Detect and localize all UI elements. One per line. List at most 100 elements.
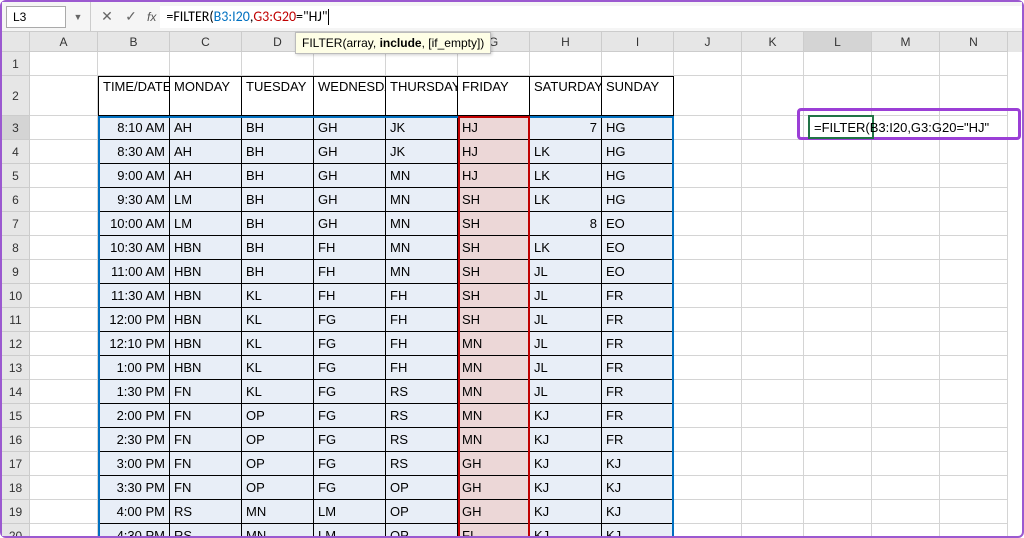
cell-D2[interactable]: TUESDAY xyxy=(242,76,314,116)
cell-L19[interactable] xyxy=(804,500,872,524)
cell-C12[interactable]: HBN xyxy=(170,332,242,356)
cell-M8[interactable] xyxy=(872,236,940,260)
cell-B20[interactable]: 4:30 PM xyxy=(98,524,170,536)
cell-K15[interactable] xyxy=(742,404,804,428)
cell-J4[interactable] xyxy=(674,140,742,164)
cell-A8[interactable] xyxy=(30,236,98,260)
cell-D1[interactable] xyxy=(242,52,314,76)
cell-L6[interactable] xyxy=(804,188,872,212)
cell-B12[interactable]: 12:10 PM xyxy=(98,332,170,356)
cell-H6[interactable]: LK xyxy=(530,188,602,212)
col-hdr-K[interactable]: K xyxy=(742,32,804,52)
cell-M6[interactable] xyxy=(872,188,940,212)
cell-E6[interactable]: GH xyxy=(314,188,386,212)
cell-A17[interactable] xyxy=(30,452,98,476)
cell-L11[interactable] xyxy=(804,308,872,332)
cell-E8[interactable]: FH xyxy=(314,236,386,260)
cell-J7[interactable] xyxy=(674,212,742,236)
cell-M19[interactable] xyxy=(872,500,940,524)
col-hdr-A[interactable]: A xyxy=(30,32,98,52)
cell-J15[interactable] xyxy=(674,404,742,428)
cell-H3[interactable]: 7 xyxy=(530,116,602,140)
row-hdr-10[interactable]: 10 xyxy=(2,284,30,308)
cell-C19[interactable]: RS xyxy=(170,500,242,524)
row-hdr-14[interactable]: 14 xyxy=(2,380,30,404)
fx-label[interactable]: fx xyxy=(143,10,160,24)
cell-M1[interactable] xyxy=(872,52,940,76)
cell-L12[interactable] xyxy=(804,332,872,356)
cell-L14[interactable] xyxy=(804,380,872,404)
cell-C15[interactable]: FN xyxy=(170,404,242,428)
formula-input[interactable]: =FILTER(B3:I20,G3:G20="HJ" xyxy=(160,6,1022,28)
cell-D7[interactable]: BH xyxy=(242,212,314,236)
cell-D10[interactable]: KL xyxy=(242,284,314,308)
cell-L18[interactable] xyxy=(804,476,872,500)
cell-M4[interactable] xyxy=(872,140,940,164)
cell-K10[interactable] xyxy=(742,284,804,308)
cell-J18[interactable] xyxy=(674,476,742,500)
cell-E20[interactable]: LM xyxy=(314,524,386,536)
cell-E16[interactable]: FG xyxy=(314,428,386,452)
cell-L7[interactable] xyxy=(804,212,872,236)
cell-I7[interactable]: EO xyxy=(602,212,674,236)
row-hdr-9[interactable]: 9 xyxy=(2,260,30,284)
cell-H5[interactable]: LK xyxy=(530,164,602,188)
cell-K17[interactable] xyxy=(742,452,804,476)
cell-L4[interactable] xyxy=(804,140,872,164)
cell-F19[interactable]: OP xyxy=(386,500,458,524)
cell-F20[interactable]: OP xyxy=(386,524,458,536)
cell-K6[interactable] xyxy=(742,188,804,212)
cell-H10[interactable]: JL xyxy=(530,284,602,308)
cell-I20[interactable]: KJ xyxy=(602,524,674,536)
cell-A10[interactable] xyxy=(30,284,98,308)
cell-N19[interactable] xyxy=(940,500,1008,524)
cell-I11[interactable]: FR xyxy=(602,308,674,332)
cell-E12[interactable]: FG xyxy=(314,332,386,356)
cell-C20[interactable]: RS xyxy=(170,524,242,536)
active-cell-L3[interactable]: =FILTER(B3:I20,G3:G20="HJ" xyxy=(808,115,874,139)
name-box[interactable]: L3 xyxy=(6,6,66,28)
cell-C5[interactable]: AH xyxy=(170,164,242,188)
cell-K16[interactable] xyxy=(742,428,804,452)
cell-I8[interactable]: EO xyxy=(602,236,674,260)
cell-K1[interactable] xyxy=(742,52,804,76)
cell-K5[interactable] xyxy=(742,164,804,188)
cell-L17[interactable] xyxy=(804,452,872,476)
cell-J5[interactable] xyxy=(674,164,742,188)
cell-H16[interactable]: KJ xyxy=(530,428,602,452)
col-hdr-J[interactable]: J xyxy=(674,32,742,52)
cell-H9[interactable]: JL xyxy=(530,260,602,284)
cell-B10[interactable]: 11:30 AM xyxy=(98,284,170,308)
cell-A15[interactable] xyxy=(30,404,98,428)
cell-C8[interactable]: HBN xyxy=(170,236,242,260)
cell-C18[interactable]: FN xyxy=(170,476,242,500)
cell-B4[interactable]: 8:30 AM xyxy=(98,140,170,164)
cell-G13[interactable]: MN xyxy=(458,356,530,380)
cell-G6[interactable]: SH xyxy=(458,188,530,212)
cell-J1[interactable] xyxy=(674,52,742,76)
cell-J11[interactable] xyxy=(674,308,742,332)
cell-C2[interactable]: MONDAY xyxy=(170,76,242,116)
cell-J13[interactable] xyxy=(674,356,742,380)
cell-K11[interactable] xyxy=(742,308,804,332)
cell-C7[interactable]: LM xyxy=(170,212,242,236)
cell-B1[interactable] xyxy=(98,52,170,76)
cell-K13[interactable] xyxy=(742,356,804,380)
cell-E1[interactable] xyxy=(314,52,386,76)
cell-L15[interactable] xyxy=(804,404,872,428)
cell-F6[interactable]: MN xyxy=(386,188,458,212)
cell-H13[interactable]: JL xyxy=(530,356,602,380)
cell-F4[interactable]: JK xyxy=(386,140,458,164)
cell-N4[interactable] xyxy=(940,140,1008,164)
cell-A12[interactable] xyxy=(30,332,98,356)
cell-H12[interactable]: JL xyxy=(530,332,602,356)
cell-E10[interactable]: FH xyxy=(314,284,386,308)
cell-B3[interactable]: 8:10 AM xyxy=(98,116,170,140)
cell-A18[interactable] xyxy=(30,476,98,500)
cell-I18[interactable]: KJ xyxy=(602,476,674,500)
cell-I4[interactable]: HG xyxy=(602,140,674,164)
cell-E4[interactable]: GH xyxy=(314,140,386,164)
cell-M2[interactable] xyxy=(872,76,940,116)
cell-J6[interactable] xyxy=(674,188,742,212)
cell-A5[interactable] xyxy=(30,164,98,188)
